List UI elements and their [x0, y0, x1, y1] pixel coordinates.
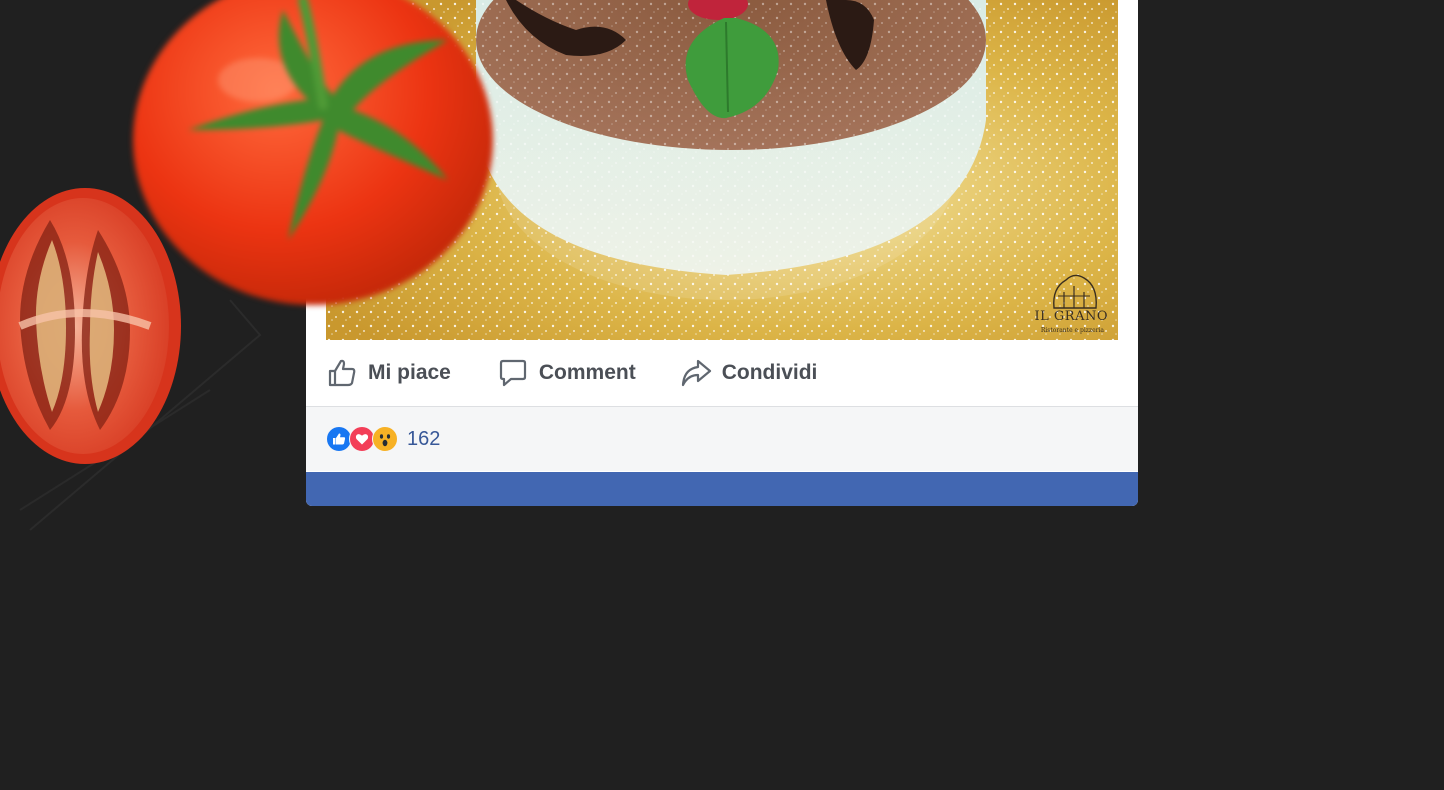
like-button[interactable]: Mi piace: [326, 353, 451, 393]
restaurant-logo-name: IL GRANO: [1034, 309, 1108, 324]
post-action-bar: Mi piace Comment Condividi: [326, 340, 1118, 406]
whole-tomato-image: [133, 0, 493, 305]
facebook-footer-strip: [306, 472, 1138, 506]
reaction-icons: [326, 426, 398, 452]
comment-button[interactable]: Comment: [497, 353, 636, 393]
ad-stage: IL GRANO Ristorante e pizzeria Mi piace …: [0, 0, 1444, 790]
share-button[interactable]: Condividi: [680, 353, 818, 393]
wow-reaction-icon: [372, 426, 398, 452]
reaction-count[interactable]: 162: [407, 428, 440, 451]
restaurant-logo-icon: [1053, 274, 1097, 309]
restaurant-logo-tagline: Ristorante e pizzeria: [1040, 327, 1104, 334]
share-arrow-icon: [681, 359, 711, 387]
share-button-label: Condividi: [721, 361, 818, 384]
comment-icon: [499, 359, 526, 387]
comment-button-label: Comment: [538, 361, 636, 384]
like-button-label: Mi piace: [368, 361, 451, 384]
reactions-summary[interactable]: 162: [306, 407, 1138, 471]
thumbs-up-icon: [328, 359, 356, 387]
